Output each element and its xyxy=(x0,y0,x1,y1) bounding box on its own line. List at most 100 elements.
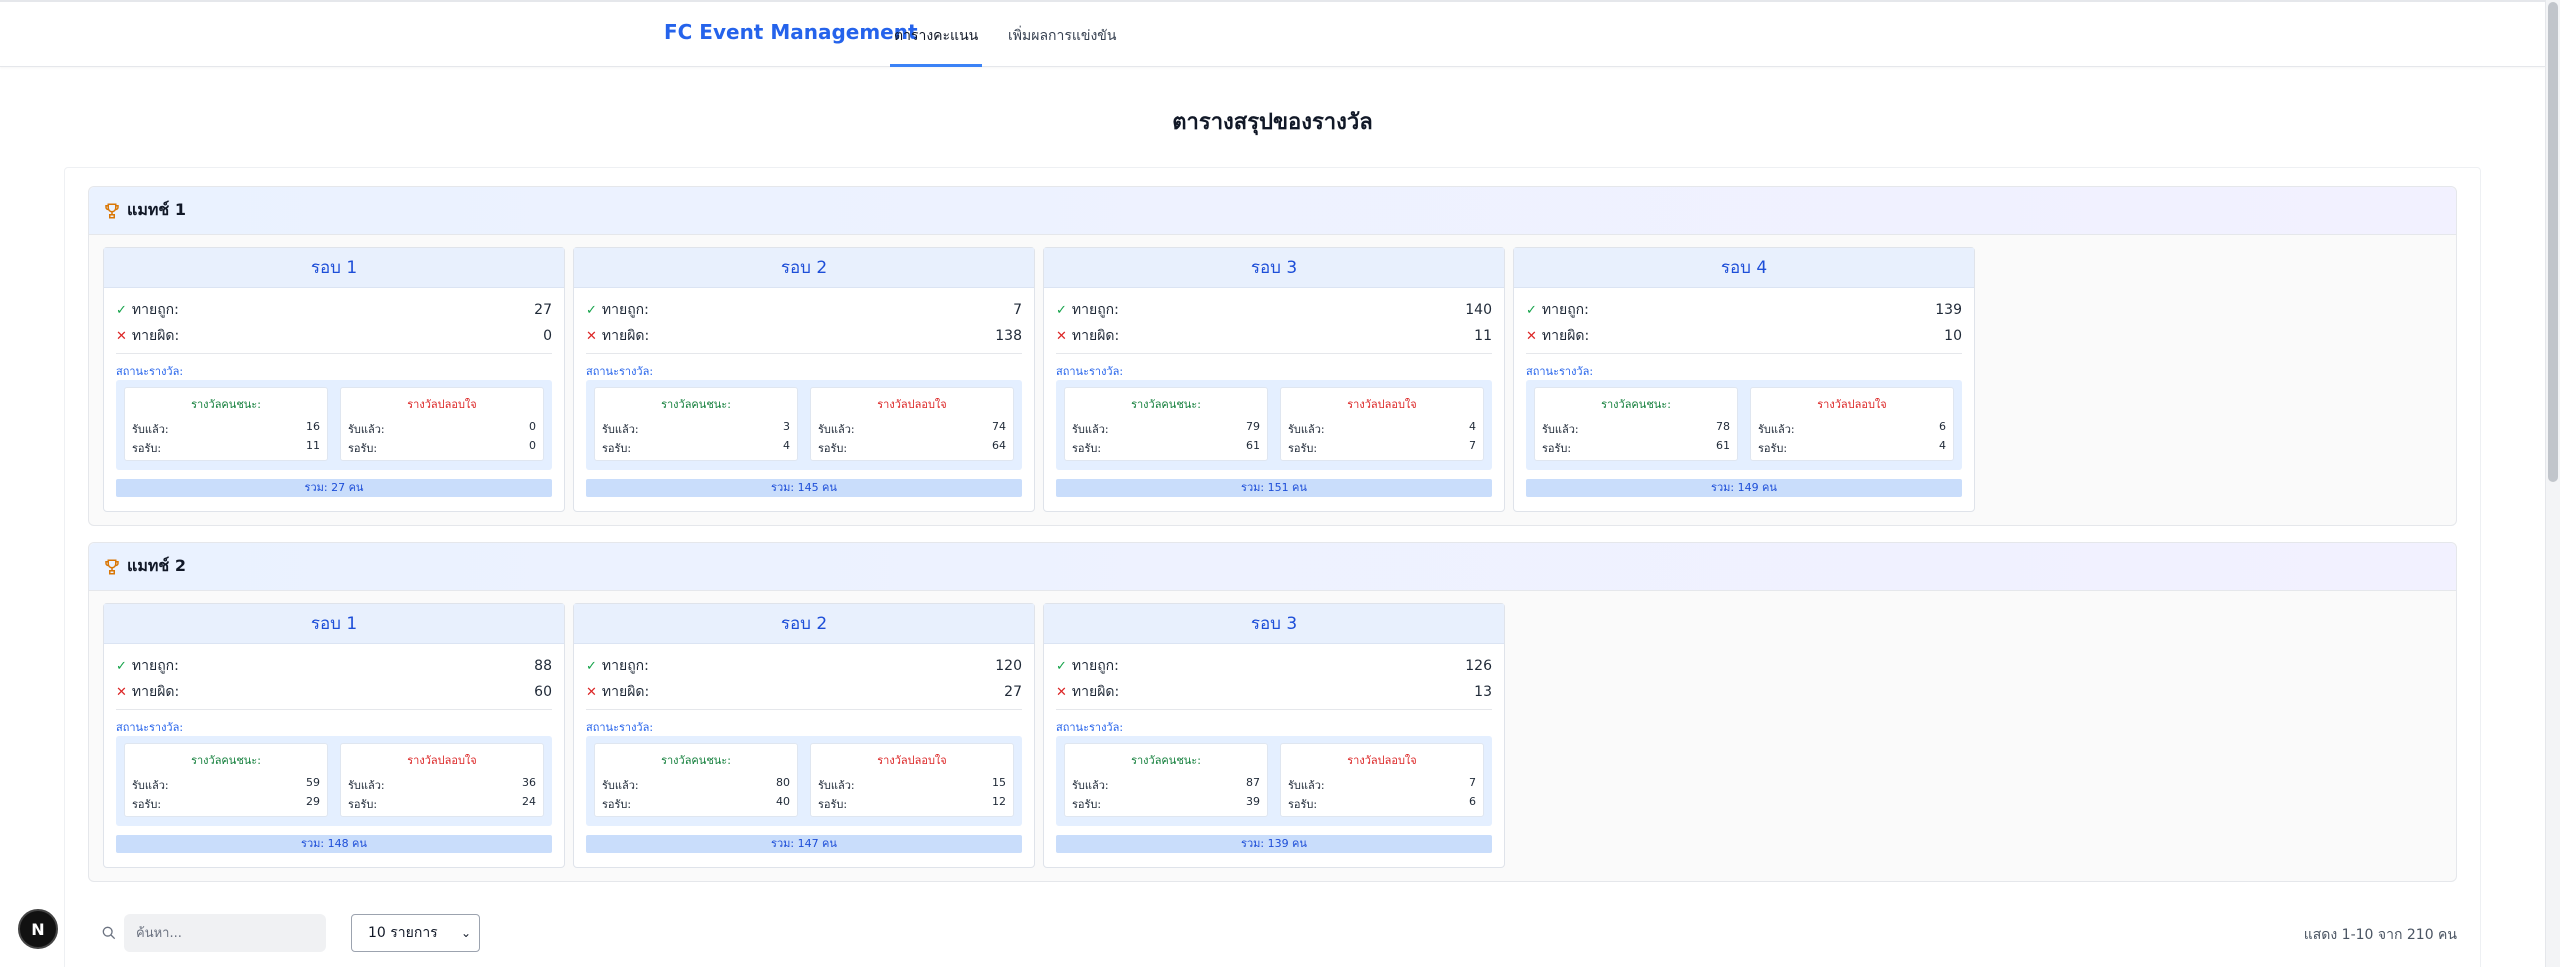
wrong-row: ✕ ทายผิด: 11 xyxy=(1056,326,1492,346)
waiting-label: รอรับ: xyxy=(348,442,378,455)
wrong-label: ทายผิด: xyxy=(1071,328,1120,344)
consolation-award-title: รางวัลปลอบใจ xyxy=(407,398,477,411)
round-title: รอบ 2 xyxy=(574,604,1034,644)
consolation-received-value: 7 xyxy=(1469,776,1476,789)
wrong-row: ✕ ทายผิด: 60 xyxy=(116,682,552,702)
divider xyxy=(1056,709,1492,710)
round-title: รอบ 1 xyxy=(104,248,564,288)
consolation-received-row: รับแล้ว: 7 xyxy=(1288,776,1476,792)
divider xyxy=(1526,353,1962,354)
page-scrollbar[interactable] xyxy=(2545,0,2560,967)
check-icon: ✓ xyxy=(1056,302,1067,318)
round-total: รวม: 151 คน xyxy=(1056,479,1492,497)
correct-label: ทายถูก: xyxy=(1071,302,1119,318)
wrong-count: 60 xyxy=(534,684,552,700)
award-status-label: สถานะรางวัล: xyxy=(586,721,654,734)
received-label: รับแล้ว: xyxy=(602,779,639,792)
waiting-label: รอรับ: xyxy=(1072,798,1102,811)
wrong-label: ทายผิด: xyxy=(131,684,180,700)
winner-award-card: รางวัลคนชนะ: รับแล้ว: 3 รอรับ: 4 xyxy=(594,387,798,461)
check-icon: ✓ xyxy=(586,302,597,318)
award-status-label: สถานะรางวัล: xyxy=(1526,365,1594,378)
consolation-waiting-row: รอรับ: 24 xyxy=(348,795,536,811)
wrong-label: ทายผิด: xyxy=(1071,684,1120,700)
correct-count: 27 xyxy=(534,302,552,318)
round-card: รอบ 3 ✓ ทายถูก: 126 ✕ ทายผิด: 13 สถานะรางวัล: รา… xyxy=(1043,603,1505,868)
correct-label: ทายถูก: xyxy=(601,302,649,318)
winner-received-value: 3 xyxy=(783,420,790,433)
check-icon: ✓ xyxy=(586,658,597,674)
consolation-received-value: 74 xyxy=(992,420,1006,433)
wrong-label: ทายผิด: xyxy=(131,328,180,344)
search-input[interactable] xyxy=(124,914,326,952)
cross-icon: ✕ xyxy=(116,328,127,344)
correct-row: ✓ ทายถูก: 27 xyxy=(116,300,552,320)
wrong-count: 11 xyxy=(1474,328,1492,344)
round-total: รวม: 145 คน xyxy=(586,479,1022,497)
correct-row: ✓ ทายถูก: 120 xyxy=(586,656,1022,676)
match-section: แมทช์ 1 รอบ 1 ✓ ทายถูก: 27 ✕ ทายผิด: 0 สถานะรางว… xyxy=(88,186,2457,526)
consolation-award-title: รางวัลปลอบใจ xyxy=(1817,398,1887,411)
received-label: รับแล้ว: xyxy=(1288,423,1325,436)
round-title: รอบ 2 xyxy=(574,248,1034,288)
winner-received-row: รับแล้ว: 80 xyxy=(602,776,790,792)
divider xyxy=(586,709,1022,710)
consolation-received-value: 36 xyxy=(522,776,536,789)
page-size-select[interactable]: 10 รายการ ⌄ xyxy=(351,914,480,952)
round-total: รวม: 139 คน xyxy=(1056,835,1492,853)
winner-award-title: รางวัลคนชนะ: xyxy=(1131,398,1201,411)
consolation-waiting-row: รอรับ: 6 xyxy=(1288,795,1476,811)
consolation-received-row: รับแล้ว: 74 xyxy=(818,420,1006,436)
award-status-box: รางวัลคนชนะ: รับแล้ว: 59 รอรับ: 29 รางวัลปลอบ… xyxy=(116,736,552,826)
cross-icon: ✕ xyxy=(586,684,597,700)
trophy-icon xyxy=(105,559,119,574)
correct-count: 126 xyxy=(1465,658,1492,674)
consolation-waiting-value: 7 xyxy=(1469,439,1476,452)
winner-received-row: รับแล้ว: 87 xyxy=(1072,776,1260,792)
award-status-box: รางวัลคนชนะ: รับแล้ว: 80 รอรับ: 40 รางวัลปลอบ… xyxy=(586,736,1022,826)
dev-tools-badge[interactable]: N xyxy=(18,909,58,949)
page-title: ตารางสรุปของรางวัล xyxy=(1172,110,1373,135)
correct-row: ✓ ทายถูก: 7 xyxy=(586,300,1022,320)
received-label: รับแล้ว: xyxy=(348,779,385,792)
waiting-label: รอรับ: xyxy=(602,798,632,811)
winner-received-row: รับแล้ว: 3 xyxy=(602,420,790,436)
consolation-received-value: 15 xyxy=(992,776,1006,789)
scrollbar-thumb[interactable] xyxy=(2548,2,2558,482)
consolation-award-title: รางวัลปลอบใจ xyxy=(877,754,947,767)
winner-award-title: รางวัลคนชนะ: xyxy=(661,754,731,767)
winner-received-row: รับแล้ว: 16 xyxy=(132,420,320,436)
brand-title[interactable]: FC Event Management xyxy=(664,20,918,44)
consolation-received-row: รับแล้ว: 6 xyxy=(1758,420,1946,436)
correct-count: 139 xyxy=(1935,302,1962,318)
tab-scoreboard[interactable]: ตารางคะแนน xyxy=(889,25,983,67)
consolation-received-row: รับแล้ว: 0 xyxy=(348,420,536,436)
consolation-waiting-value: 6 xyxy=(1469,795,1476,808)
round-title: รอบ 3 xyxy=(1044,604,1504,644)
winner-received-row: รับแล้ว: 59 xyxy=(132,776,320,792)
divider xyxy=(586,353,1022,354)
winner-received-row: รับแล้ว: 78 xyxy=(1542,420,1730,436)
round-title: รอบ 4 xyxy=(1514,248,1974,288)
wrong-count: 27 xyxy=(1004,684,1022,700)
waiting-label: รอรับ: xyxy=(1758,442,1788,455)
award-status-box: รางวัลคนชนะ: รับแล้ว: 3 รอรับ: 4 รางวัลปลอบใจ… xyxy=(586,380,1022,470)
page-size-value: 10 รายการ xyxy=(368,925,438,941)
consolation-received-row: รับแล้ว: 15 xyxy=(818,776,1006,792)
winner-waiting-row: รอรับ: 4 xyxy=(602,439,790,455)
wrong-count: 10 xyxy=(1944,328,1962,344)
tab-add-results[interactable]: เพิ่มผลการแข่งขัน xyxy=(1008,25,1116,47)
consolation-waiting-value: 24 xyxy=(522,795,536,808)
round-card: รอบ 2 ✓ ทายถูก: 7 ✕ ทายผิด: 138 สถานะรางวัล: ราง… xyxy=(573,247,1035,512)
received-label: รับแล้ว: xyxy=(1288,779,1325,792)
award-status-box: รางวัลคนชนะ: รับแล้ว: 87 รอรับ: 39 รางวัลปลอบ… xyxy=(1056,736,1492,826)
winner-received-value: 78 xyxy=(1716,420,1730,433)
consolation-waiting-row: รอรับ: 12 xyxy=(818,795,1006,811)
winner-waiting-row: รอรับ: 39 xyxy=(1072,795,1260,811)
consolation-waiting-row: รอรับ: 4 xyxy=(1758,439,1946,455)
round-card: รอบ 2 ✓ ทายถูก: 120 ✕ ทายผิด: 27 สถานะรางวัล: รา… xyxy=(573,603,1035,868)
wrong-label: ทายผิด: xyxy=(601,684,650,700)
consolation-received-row: รับแล้ว: 4 xyxy=(1288,420,1476,436)
award-status-box: รางวัลคนชนะ: รับแล้ว: 79 รอรับ: 61 รางวัลปลอบ… xyxy=(1056,380,1492,470)
winner-waiting-value: 61 xyxy=(1246,439,1260,452)
